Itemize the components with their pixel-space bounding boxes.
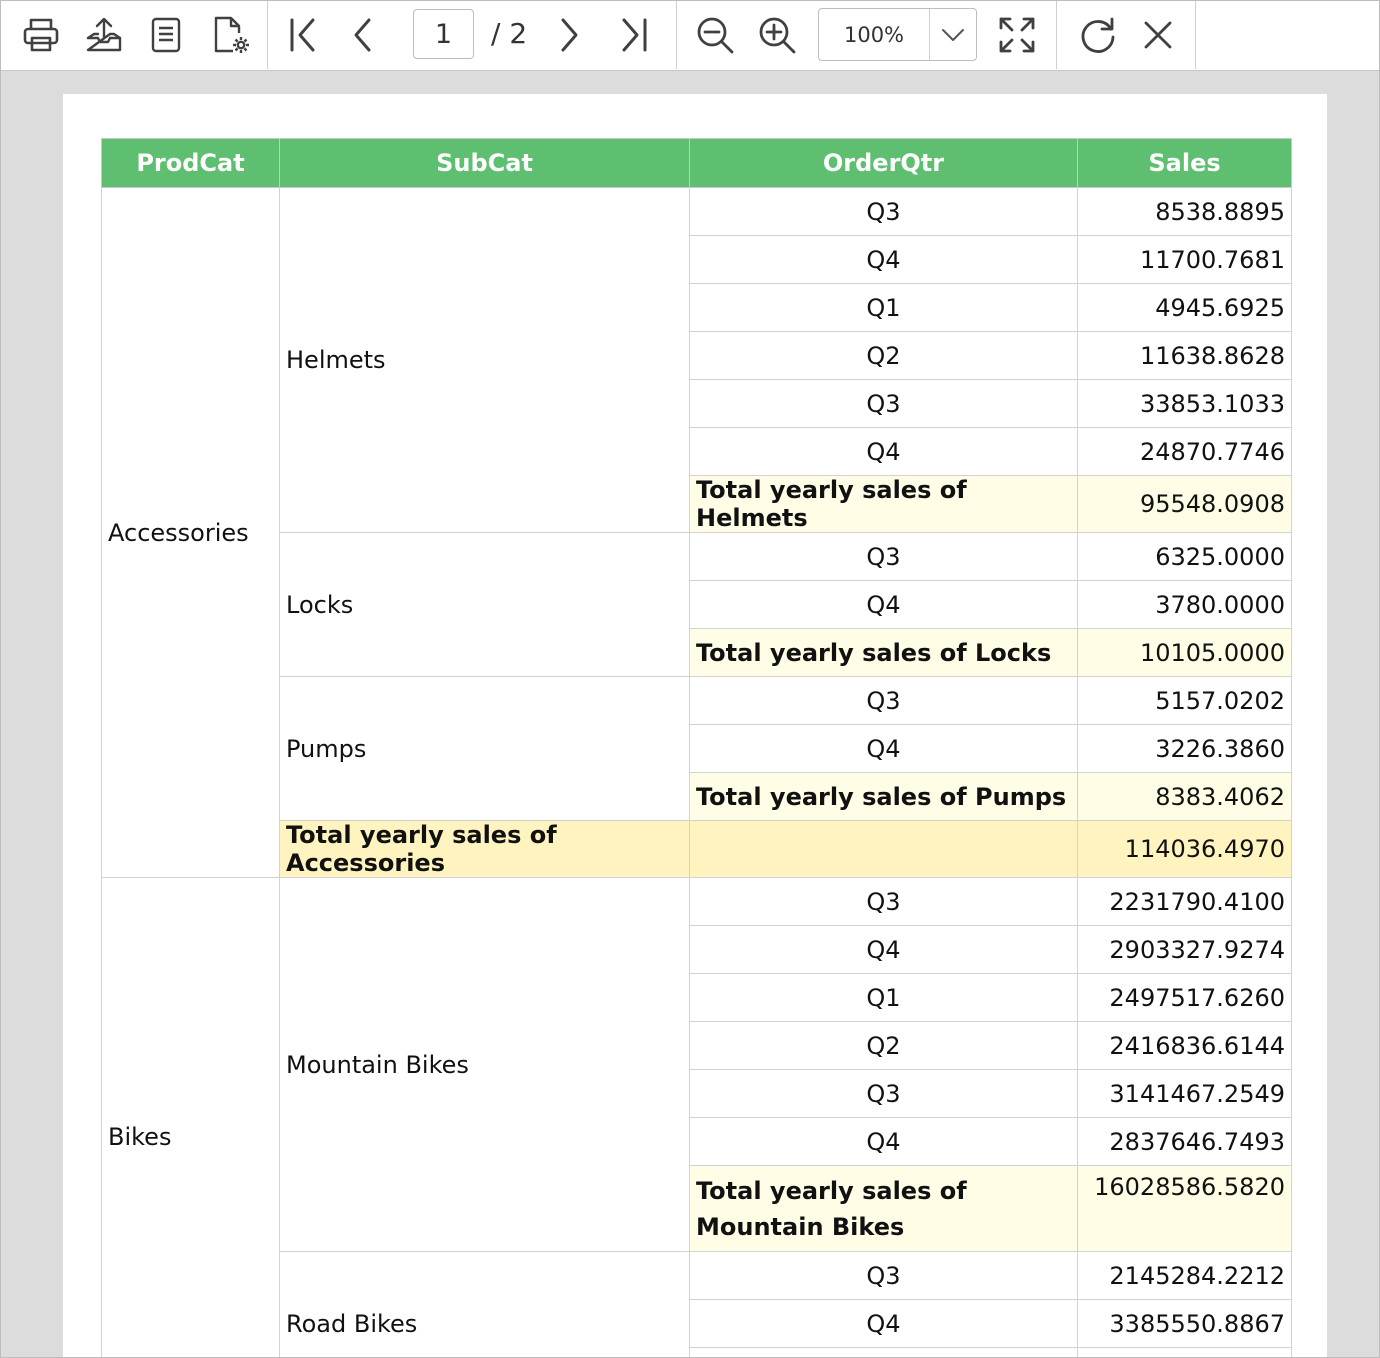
category-total-row: Total yearly sales of Accessories 114036… <box>102 820 1292 878</box>
sales-cell: 3385550.8867 <box>1077 1299 1292 1348</box>
qtr-cell: Q3 <box>689 1251 1078 1300</box>
subtotal-value: 16028586.5820 <box>1077 1165 1292 1252</box>
zoom-out-icon[interactable] <box>693 13 737 57</box>
qtr-cell: Q3 <box>689 532 1078 581</box>
current-page-input[interactable]: 1 <box>413 9 474 59</box>
qtr-cell: Q3 <box>689 877 1078 926</box>
fit-page-icon[interactable] <box>995 13 1039 57</box>
table-row: Locks Q3 6325.0000 <box>102 532 1292 677</box>
chevron-down-icon[interactable] <box>930 9 976 60</box>
sales-cell: 2231790.4100 <box>1077 877 1292 926</box>
subtotal-label: Total yearly sales of Helmets <box>689 475 1078 533</box>
sales-cell: 33853.1033 <box>1077 379 1292 428</box>
category-total-empty <box>689 820 1078 878</box>
header-subcat: SubCat <box>279 138 690 188</box>
toolbar: 1 / 2 100% <box>1 1 1379 71</box>
qtr-cell: Q2 <box>689 331 1078 380</box>
sales-table: ProdCat SubCat OrderQtr Sales Accessorie… <box>101 138 1292 1357</box>
category-total-label: Total yearly sales of Accessories <box>279 820 690 878</box>
qtr-cell: Q4 <box>689 1299 1078 1348</box>
qtr-cell: Q1 <box>689 1347 1078 1357</box>
sales-cell: 8538.8895 <box>1077 187 1292 236</box>
sales-cell: 2903327.9274 <box>1077 925 1292 974</box>
total-pages-label: / 2 <box>491 17 528 50</box>
qtr-cell: Q4 <box>689 580 1078 629</box>
qtr-cell: Q3 <box>689 187 1078 236</box>
qtr-cell: Q4 <box>689 1117 1078 1166</box>
table-row: Accessories Helmets Q3 8538.8895 <box>101 187 1292 878</box>
table-header-row: ProdCat SubCat OrderQtr Sales <box>101 138 1292 188</box>
sales-cell: 3780.0000 <box>1077 580 1292 629</box>
header-sales: Sales <box>1077 138 1292 188</box>
qtr-cell: Q3 <box>689 1069 1078 1118</box>
zoom-in-icon[interactable] <box>755 13 799 57</box>
sales-cell: 3141467.2549 <box>1077 1069 1292 1118</box>
zoom-dropdown[interactable]: 100% <box>818 8 977 61</box>
subtotal-label: Total yearly sales of Pumps <box>689 772 1078 821</box>
qtr-cell: Q1 <box>689 283 1078 332</box>
subtotal-label: Total yearly sales of Locks <box>689 628 1078 677</box>
print-icon[interactable] <box>19 13 63 57</box>
subtotal-value: 95548.0908 <box>1077 475 1292 533</box>
zoom-value: 100% <box>819 9 930 60</box>
sales-cell: 5157.0202 <box>1077 676 1292 725</box>
subtotal-value: 8383.4062 <box>1077 772 1292 821</box>
subcat-cell: Mountain Bikes <box>279 877 690 1252</box>
last-page-icon[interactable] <box>612 13 656 57</box>
sales-cell: 2837646.7493 <box>1077 1117 1292 1166</box>
document-settings-icon[interactable] <box>209 13 253 57</box>
sales-cell: 11638.8628 <box>1077 331 1292 380</box>
report-viewer: 1 / 2 100% ProdCat SubCat OrderQtr Sales… <box>0 0 1380 1358</box>
sales-cell: 11700.7681 <box>1077 235 1292 284</box>
category-total-value: 114036.4970 <box>1077 820 1292 878</box>
qtr-cell: Q4 <box>689 724 1078 773</box>
table-row: Road Bikes Q3 2145284.2212 <box>102 1251 1292 1357</box>
qtr-cell: Q3 <box>689 676 1078 725</box>
page-setup-icon[interactable] <box>144 13 188 57</box>
sales-cell: 4945.6925 <box>1077 283 1292 332</box>
next-page-icon[interactable] <box>547 13 591 57</box>
subtotal-label: Total yearly sales of Mountain Bikes <box>689 1165 1078 1252</box>
subtotal-value: 10105.0000 <box>1077 628 1292 677</box>
header-orderqtr: OrderQtr <box>689 138 1078 188</box>
refresh-icon[interactable] <box>1076 13 1120 57</box>
sales-cell: 3171787.6112 <box>1077 1347 1292 1357</box>
qtr-cell: Q1 <box>689 973 1078 1022</box>
qtr-cell: Q3 <box>689 379 1078 428</box>
table-row: Bikes Mountain Bikes Q3 2231790.4100 <box>101 877 1292 1357</box>
qtr-cell: Q4 <box>689 925 1078 974</box>
prodcat-cell: Bikes <box>101 877 280 1357</box>
subcat-cell: Helmets <box>279 187 690 533</box>
sales-cell: 2497517.6260 <box>1077 973 1292 1022</box>
export-icon[interactable] <box>82 13 126 57</box>
close-icon[interactable] <box>1136 13 1180 57</box>
table-row: Pumps Q3 5157.0202 <box>102 676 1292 821</box>
report-page: ProdCat SubCat OrderQtr Sales Accessorie… <box>63 94 1327 1357</box>
sales-cell: 3226.3860 <box>1077 724 1292 773</box>
sales-cell: 24870.7746 <box>1077 427 1292 476</box>
qtr-cell: Q2 <box>689 1021 1078 1070</box>
sales-cell: 2416836.6144 <box>1077 1021 1292 1070</box>
previous-page-icon[interactable] <box>341 13 385 57</box>
header-prodcat: ProdCat <box>101 138 280 188</box>
sales-cell: 6325.0000 <box>1077 532 1292 581</box>
prodcat-cell: Accessories <box>101 187 280 878</box>
qtr-cell: Q4 <box>689 235 1078 284</box>
qtr-cell: Q4 <box>689 427 1078 476</box>
subcat-cell: Pumps <box>279 676 690 821</box>
sales-cell: 2145284.2212 <box>1077 1251 1292 1300</box>
subcat-cell: Locks <box>279 532 690 677</box>
first-page-icon[interactable] <box>281 13 325 57</box>
subcat-cell: Road Bikes <box>279 1251 690 1357</box>
